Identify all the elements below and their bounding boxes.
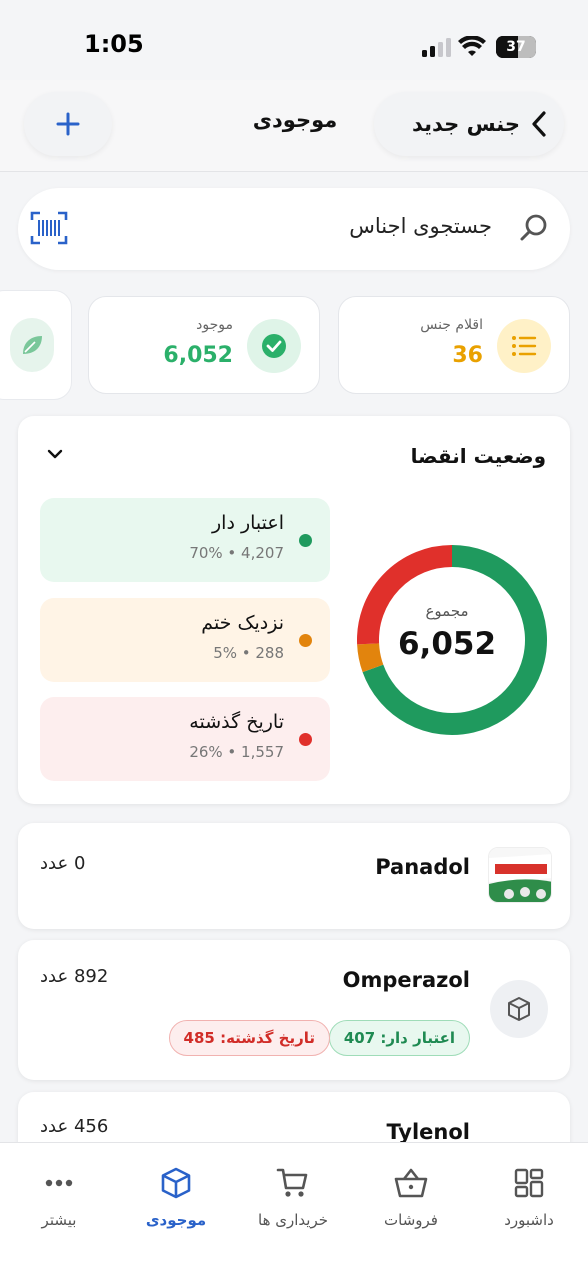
stat-label: اقلام جنس [420,317,483,333]
stat-value: 36 [452,343,483,368]
nav-sales-label: فروشات [384,1211,438,1229]
nav-dashboard[interactable]: داشبورد [474,1163,584,1229]
add-button[interactable] [24,92,112,156]
legend-item-valid[interactable]: اعتبار دار 70% • 4,207 [40,498,330,582]
search-bar[interactable]: جستجوی اجناس [18,188,570,270]
product-quantity: 456 عدد [40,1116,109,1137]
stat-card-in-stock[interactable]: موجود 6,052 [88,296,320,394]
legend-name: تاریخ گذشته [189,711,284,733]
product-name: Panadol [375,855,470,879]
legend-dot [299,634,312,647]
nav-inventory-label: موجودی [145,1211,207,1229]
page-title: موجودی [252,108,338,132]
wifi-icon [458,36,486,58]
more-icon [4,1163,114,1203]
product-name: Omperazol [342,968,470,992]
list-icon [497,319,551,373]
legend-summary: 5% • 288 [213,644,284,662]
legend-summary: 70% • 4,207 [189,544,284,562]
legend-item-expired[interactable]: تاریخ گذشته 26% • 1,557 [40,697,330,781]
cube-icon [121,1163,231,1203]
product-card[interactable]: Panadol 0 عدد [18,823,570,929]
nav-sales[interactable]: فروشات [356,1163,466,1229]
nav-inventory[interactable]: موجودی [121,1163,231,1229]
bottom-navigation: بیشتر موجودی خریداری ها فروشات داشبورد [0,1142,588,1280]
nav-more-label: بیشتر [41,1211,77,1229]
valid-count-chip: اعتبار دار: 407 [328,1020,470,1056]
chevron-down-icon[interactable] [46,448,64,460]
legend-name: نزدیک ختم [201,612,284,634]
product-name: Tylenol [386,1120,470,1144]
dashboard-icon [474,1163,584,1203]
nav-dashboard-label: داشبورد [504,1211,554,1229]
expiry-title: وضعیت انقضا [410,444,546,468]
search-icon [518,212,550,244]
leaf-icon [10,318,54,372]
stat-card-item-count[interactable]: اقلام جنس 36 [338,296,570,394]
package-icon [490,980,548,1038]
status-time: 1:05 [84,30,144,58]
basket-icon [356,1163,466,1203]
expired-count-chip: تاریخ گذشته: 485 [168,1020,330,1056]
donut-total-value: 6,052 [397,626,497,662]
search-input[interactable]: جستجوی اجناس [349,214,492,238]
expiry-status-card: وضعیت انقضا اعتبار دار 70% • 4,207 نزدیک… [18,416,570,804]
legend-dot [299,733,312,746]
stat-label: موجود [196,317,233,333]
nav-more[interactable]: بیشتر [4,1163,114,1229]
product-card[interactable]: Omperazol 892 عدد اعتبار دار: 407 تاریخ … [18,940,570,1080]
chevron-left-icon [532,111,546,137]
plus-icon [56,112,80,136]
battery-icon: 37 [496,36,536,58]
product-quantity: 892 عدد [40,966,109,987]
nav-purchases[interactable]: خریداری ها [238,1163,348,1229]
legend-dot [299,534,312,547]
new-item-label: جنس جدید [412,112,520,136]
legend-summary: 26% • 1,557 [189,743,284,761]
battery-level: 37 [506,39,526,55]
nav-purchases-label: خریداری ها [258,1211,328,1229]
signal-icon [420,36,452,58]
legend-name: اعتبار دار [211,512,284,534]
donut-total-label: مجموع [425,602,469,620]
product-quantity: 0 عدد [40,853,86,874]
stat-value: 6,052 [163,343,233,368]
new-item-button[interactable]: جنس جدید [374,92,564,156]
barcode-scan-icon[interactable] [30,210,68,246]
check-circle-icon [247,319,301,373]
legend-item-near-expiry[interactable]: نزدیک ختم 5% • 288 [40,598,330,682]
cart-icon [238,1163,348,1203]
product-thumbnail [488,847,552,903]
